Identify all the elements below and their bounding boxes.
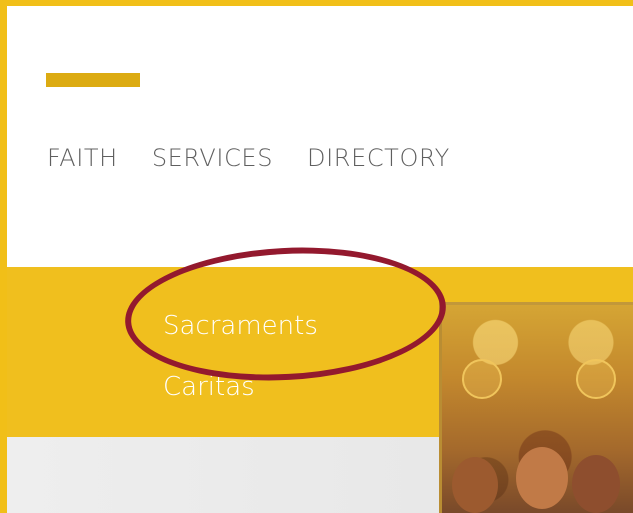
content-background bbox=[7, 437, 439, 513]
artwork-halo bbox=[462, 359, 502, 399]
artwork-figure bbox=[572, 455, 620, 513]
dropdown-item-caritas[interactable]: Caritas bbox=[163, 374, 255, 400]
dropdown-item-sacraments[interactable]: Sacraments bbox=[163, 313, 318, 339]
nav-item-directory[interactable]: DIRECTORY bbox=[307, 146, 450, 170]
main-nav: FAITH SERVICES DIRECTORY bbox=[47, 146, 450, 170]
nav-item-faith[interactable]: FAITH bbox=[47, 146, 118, 170]
artwork-figure bbox=[452, 457, 498, 513]
nav-item-services[interactable]: SERVICES bbox=[152, 146, 273, 170]
artwork-figure bbox=[516, 447, 568, 509]
page-frame: FAITH SERVICES DIRECTORY Sacraments Cari… bbox=[7, 6, 633, 513]
accent-bar bbox=[46, 73, 140, 87]
religious-artwork-image bbox=[439, 302, 633, 513]
artwork-halo bbox=[576, 359, 616, 399]
